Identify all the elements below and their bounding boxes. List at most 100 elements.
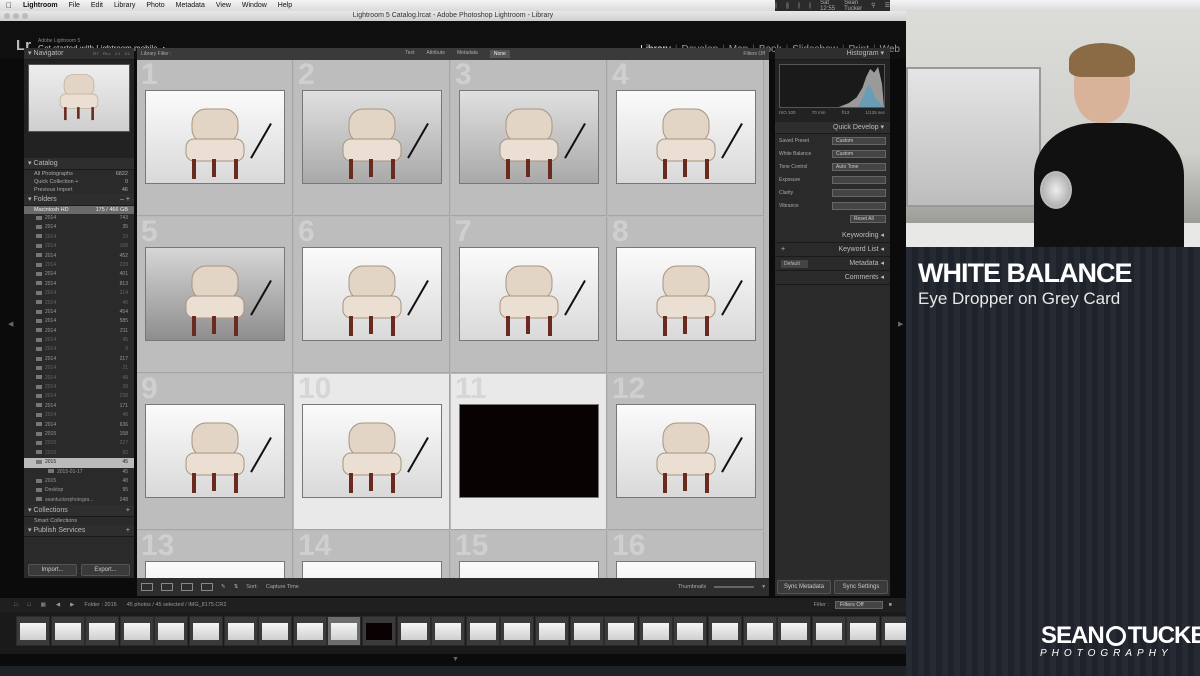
folder-row[interactable]: 2014 452 [24,252,134,261]
toolbar-menu-icon[interactable]: ▾ [762,584,765,590]
painter-icon[interactable]: ✎ [221,584,226,590]
filmstrip-thumbnail[interactable] [708,616,742,646]
photo-thumbnail[interactable] [145,561,285,578]
keyword-list-header[interactable]: + Keyword List ◂ [775,243,890,257]
catalog-item[interactable]: Previous Import 46 [24,186,134,194]
grid-cell[interactable]: 7 [451,217,607,373]
filmstrip-thumbnail[interactable] [154,616,189,646]
add-publish-icon[interactable]: + [126,525,130,536]
filter-attribute[interactable]: Attribute [426,50,445,58]
collections-header[interactable]: ▾ Collections + [24,505,134,518]
filmstrip-thumbnail[interactable] [258,616,293,646]
spotlight-icon[interactable]: ⚲ [871,2,875,9]
menu-photo[interactable]: Photo [146,2,164,9]
apple-icon[interactable]:  [6,1,12,10]
sort-direction-icon[interactable]: ⇅ [234,584,239,590]
filmstrip-thumbnail[interactable] [292,616,327,646]
folder-row[interactable]: 2014 48 [24,374,134,383]
photo-thumbnail[interactable] [459,561,599,578]
photo-thumbnail[interactable] [616,90,756,184]
add-collection-icon[interactable]: + [126,505,130,516]
photo-thumbnail[interactable] [302,247,442,341]
filter-metadata[interactable]: Metadata [457,50,478,58]
folder-row[interactable]: 2014 743 [24,214,134,223]
catalog-header[interactable]: ▾ Catalog [24,158,134,170]
menu-file[interactable]: File [69,2,80,9]
survey-view-icon[interactable] [201,583,213,591]
metadata-preset-select[interactable]: Default [781,260,808,268]
filmstrip-thumbnail[interactable] [535,616,569,646]
folder-row[interactable]: 2014 28 [24,383,134,392]
filters-off[interactable]: Filters Off [743,51,765,57]
grid-cell[interactable]: 2 [294,60,450,216]
battery-icon[interactable] [808,2,812,9]
folder-row[interactable]: 2014 217 [24,355,134,364]
filmstrip-thumbnail[interactable] [811,616,846,646]
catalog-item[interactable]: Quick Collection +0 [24,178,134,186]
menu-help[interactable]: Help [278,2,292,9]
filmstrip-thumbnail[interactable] [846,616,881,646]
catalog-item[interactable]: All Photographs 6822 [24,170,134,178]
screen-2-icon[interactable]: □ [27,602,30,608]
folder-row[interactable]: 2014 238 [24,392,134,401]
photo-thumbnail[interactable] [145,404,285,498]
filmstrip-thumbnail[interactable] [881,616,906,646]
filter-text[interactable]: Text [405,50,414,58]
filmstrip-thumbnail[interactable] [431,616,466,646]
grid-cell[interactable]: 3 [451,60,607,216]
folder-row[interactable]: 2014 19 [24,233,134,242]
filmstrip-thumbnail[interactable] [465,616,500,646]
folder-row[interactable]: 2015 158 [24,430,134,439]
nav-zoom-3-1[interactable]: 3:1 [124,48,130,59]
filmstrip-thumbnail[interactable] [16,616,50,646]
sync-settings-button[interactable]: Sync Settings [834,580,888,594]
folder-row[interactable]: Desktop 95 [24,486,134,495]
filter-select[interactable]: Filters Off [834,601,883,609]
filmstrip-thumbnail[interactable] [50,616,85,646]
grid-cell[interactable]: 12 [608,374,764,530]
grid-cell[interactable]: 10 [294,374,450,530]
photo-thumbnail[interactable] [459,404,599,498]
status-icon[interactable] [775,2,778,9]
folder-row[interactable]: 2014 35 [24,223,134,232]
white-balance-select[interactable]: Custom [832,150,886,158]
window-controls[interactable] [4,13,28,19]
left-panel-toggle-icon[interactable]: ◀ [8,320,13,328]
filmstrip-thumbnail[interactable] [327,616,362,646]
navigator-image[interactable] [28,64,130,132]
publish-services-header[interactable]: ▾ Publish Services + [24,525,134,538]
smart-collections[interactable]: Smart Collections [24,517,134,525]
folder-row[interactable]: 2014 636 [24,421,134,430]
folder-row[interactable]: 2014 168 [24,242,134,251]
saved-preset-select[interactable]: Custom [832,137,886,145]
grid-cell[interactable]: 13 [137,531,293,578]
photo-thumbnail[interactable] [302,404,442,498]
folder-row[interactable]: 2014 585 [24,317,134,326]
filmstrip-thumbnail[interactable] [638,616,673,646]
menu-metadata[interactable]: Metadata [176,2,205,9]
export-button[interactable]: Export... [81,564,130,576]
photo-thumbnail[interactable] [459,90,599,184]
reset-all-button[interactable]: Reset All [850,215,886,223]
screen-1-icon[interactable]: □ [14,602,17,608]
menu-edit[interactable]: Edit [91,2,103,9]
grid-cell[interactable]: 6 [294,217,450,373]
metadata-header[interactable]: Default Metadata ◂ [775,257,890,271]
navigator-header[interactable]: ▾ Navigator FIT FILL 1:1 3:1 [24,48,134,60]
folder-row[interactable]: 2014 48 [24,411,134,420]
auto-tone-button[interactable]: Auto Tone [832,163,886,171]
drive-row[interactable]: Macintosh HD 175 / 466 GB [24,206,134,214]
navigator-preview[interactable] [24,60,134,158]
sort-select[interactable]: Capture Time [266,584,299,590]
loupe-view-icon[interactable] [161,583,173,591]
folder-row[interactable]: 2015 48 [24,477,134,486]
notification-icon[interactable]: ☰ [885,2,890,9]
folder-row[interactable]: 2015 227 [24,439,134,448]
filmstrip-thumbnail[interactable] [500,616,535,646]
menu-app[interactable]: Lightroom [23,2,58,9]
grid-cell[interactable]: 5 [137,217,293,373]
grid-cell[interactable]: 14 [294,531,450,578]
photo-thumbnail[interactable] [459,247,599,341]
compare-view-icon[interactable] [181,583,193,591]
grid-cell[interactable]: 8 [608,217,764,373]
